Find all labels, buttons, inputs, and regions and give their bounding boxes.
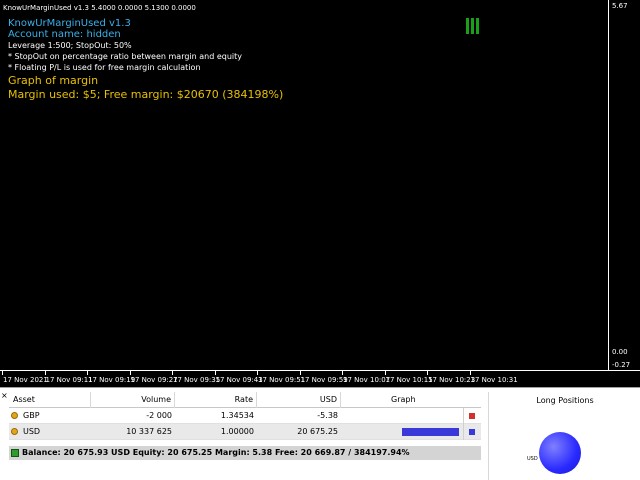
row-swatch-cell bbox=[463, 408, 481, 424]
terminal-panel: × Asset Volume Rate USD Graph GBP -2 000… bbox=[0, 387, 640, 480]
time-tick bbox=[299, 371, 301, 375]
time-tick bbox=[2, 371, 3, 375]
margin-summary: Margin used: $5; Free margin: $20670 (38… bbox=[8, 88, 284, 101]
row-asset: GBP bbox=[23, 411, 40, 420]
row-rate: 1.00000 bbox=[220, 427, 254, 436]
price-scale[interactable]: 5.67 0.00 -0.27 bbox=[608, 0, 640, 370]
color-swatch bbox=[469, 429, 475, 435]
time-label: 17 Nov 10:23 bbox=[428, 376, 476, 384]
row-usd: 20 675.25 bbox=[297, 427, 338, 436]
col-usd[interactable]: USD bbox=[257, 392, 341, 408]
row-graph-bar bbox=[402, 408, 459, 424]
balance-row: Balance: 20 675.93 USD Equity: 20 675.25… bbox=[9, 446, 481, 460]
time-label: 17 Nov 09:11 bbox=[45, 376, 93, 384]
time-label: 17 Nov 09:51 bbox=[258, 376, 306, 384]
stopout-note: * StopOut on percentage ratio between ma… bbox=[8, 52, 243, 61]
time-label: 17 Nov 09:43 bbox=[215, 376, 263, 384]
time-tick bbox=[172, 371, 173, 375]
positions-table: Asset Volume Rate USD Graph GBP -2 000 1… bbox=[9, 392, 481, 446]
col-graph[interactable]: Graph bbox=[341, 392, 481, 408]
time-tick bbox=[469, 371, 471, 375]
color-swatch bbox=[469, 413, 475, 419]
time-tick bbox=[87, 371, 88, 375]
row-usd: -5.38 bbox=[317, 411, 338, 420]
row-asset: USD bbox=[23, 427, 41, 436]
col-rate[interactable]: Rate bbox=[175, 392, 257, 408]
indicator-bars-icon bbox=[466, 18, 480, 34]
time-tick bbox=[257, 371, 258, 375]
time-label: 17 Nov 10:07 bbox=[343, 376, 391, 384]
balance-text: Balance: 20 675.93 USD Equity: 20 675.25… bbox=[22, 448, 410, 457]
balance-icon bbox=[11, 449, 19, 457]
time-tick bbox=[129, 371, 131, 375]
long-positions-title: Long Positions bbox=[536, 396, 594, 405]
time-axis[interactable]: 17 Nov 2021 17 Nov 09:11 17 Nov 09:19 17 No… bbox=[0, 370, 640, 387]
col-asset[interactable]: Asset bbox=[9, 392, 91, 408]
time-label: 17 Nov 09:59 bbox=[300, 376, 348, 384]
row-rate: 1.34534 bbox=[220, 411, 254, 420]
floating-pl-note: * Floating P/L is used for free margin c… bbox=[8, 63, 201, 72]
graph-title: Graph of margin bbox=[8, 74, 99, 87]
price-label-zero: 0.00 bbox=[612, 348, 628, 356]
indicator-version: KnowUrMarginUsed v1.3 bbox=[8, 18, 131, 29]
pie-label: USD bbox=[527, 456, 538, 462]
account-name: Account name: hidden bbox=[8, 29, 121, 40]
row-graph-bar bbox=[402, 424, 459, 440]
row-swatch-cell bbox=[463, 424, 481, 440]
time-label: 17 Nov 10:15 bbox=[385, 376, 433, 384]
indicator-info: KnowUrMarginUsed v1.3 Account name: hidd… bbox=[8, 18, 283, 102]
table-row[interactable]: GBP -2 000 1.34534 -5.38 bbox=[9, 408, 481, 424]
coin-icon bbox=[11, 412, 18, 419]
row-volume: -2 000 bbox=[146, 411, 172, 420]
col-volume[interactable]: Volume bbox=[91, 392, 175, 408]
chart-area[interactable]: KnowUrMarginUsed v1.3 5.4000 0.0000 5.13… bbox=[0, 0, 608, 370]
close-icon[interactable]: × bbox=[1, 391, 8, 400]
long-positions-pie[interactable] bbox=[539, 432, 581, 474]
time-label: 17 Nov 09:35 bbox=[173, 376, 221, 384]
row-volume: 10 337 625 bbox=[126, 427, 172, 436]
price-label-bottom: -0.27 bbox=[612, 361, 631, 369]
time-label: 17 Nov 09:27 bbox=[130, 376, 178, 384]
time-tick bbox=[384, 371, 386, 375]
price-label-top: 5.67 bbox=[612, 2, 628, 10]
chart-header-text: KnowUrMarginUsed v1.3 5.4000 0.0000 5.13… bbox=[3, 4, 196, 12]
time-tick bbox=[214, 371, 216, 375]
time-label: 17 Nov 10:31 bbox=[470, 376, 518, 384]
time-label: 17 Nov 2021 bbox=[3, 376, 48, 384]
table-header: Asset Volume Rate USD Graph bbox=[9, 392, 481, 408]
time-tick bbox=[427, 371, 428, 375]
table-row[interactable]: USD 10 337 625 1.00000 20 675.25 bbox=[9, 424, 481, 440]
time-tick bbox=[342, 371, 343, 375]
leverage-text: Leverage 1:500; StopOut: 50% bbox=[8, 41, 132, 50]
long-positions-panel: Long Positions USD bbox=[488, 392, 640, 480]
time-tick bbox=[44, 371, 46, 375]
time-label: 17 Nov 09:19 bbox=[88, 376, 136, 384]
coin-icon bbox=[11, 428, 18, 435]
